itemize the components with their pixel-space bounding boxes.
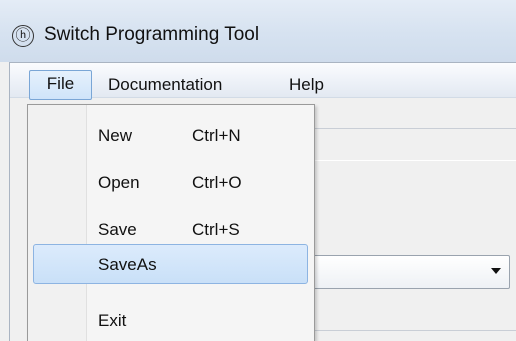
dropdown-arrow-icon[interactable] [491, 268, 501, 274]
menu-item-label: Open [98, 173, 140, 192]
menu-item-exit[interactable]: Exit [28, 302, 314, 340]
app-window: ⓗ Switch Programming Tool File Documenta… [0, 0, 516, 341]
menu-item-shortcut: Ctrl+O [192, 173, 242, 192]
combo-box[interactable] [306, 255, 510, 289]
file-menu-dropdown: New Ctrl+N Open Ctrl+O Save Ctrl+S SaveA… [27, 104, 315, 341]
title-bar: ⓗ Switch Programming Tool [0, 0, 516, 62]
window-title: Switch Programming Tool [44, 24, 260, 45]
menu-help[interactable]: Help [283, 73, 330, 97]
menu-item-label: New [98, 126, 133, 145]
divider [309, 160, 516, 161]
menu-item-open[interactable]: Open Ctrl+O [28, 164, 314, 202]
app-logo-icon: ⓗ [12, 25, 34, 47]
menu-file[interactable]: File [29, 70, 92, 100]
menu-item-label: Exit [98, 311, 127, 330]
divider [309, 330, 516, 331]
divider [309, 128, 516, 129]
menu-item-new[interactable]: New Ctrl+N [28, 117, 314, 155]
menu-documentation[interactable]: Documentation [102, 73, 228, 97]
menu-item-shortcut: Ctrl+N [192, 126, 241, 145]
menu-item-saveas[interactable]: SaveAs [33, 244, 308, 284]
menu-item-label: SaveAs [98, 255, 157, 274]
